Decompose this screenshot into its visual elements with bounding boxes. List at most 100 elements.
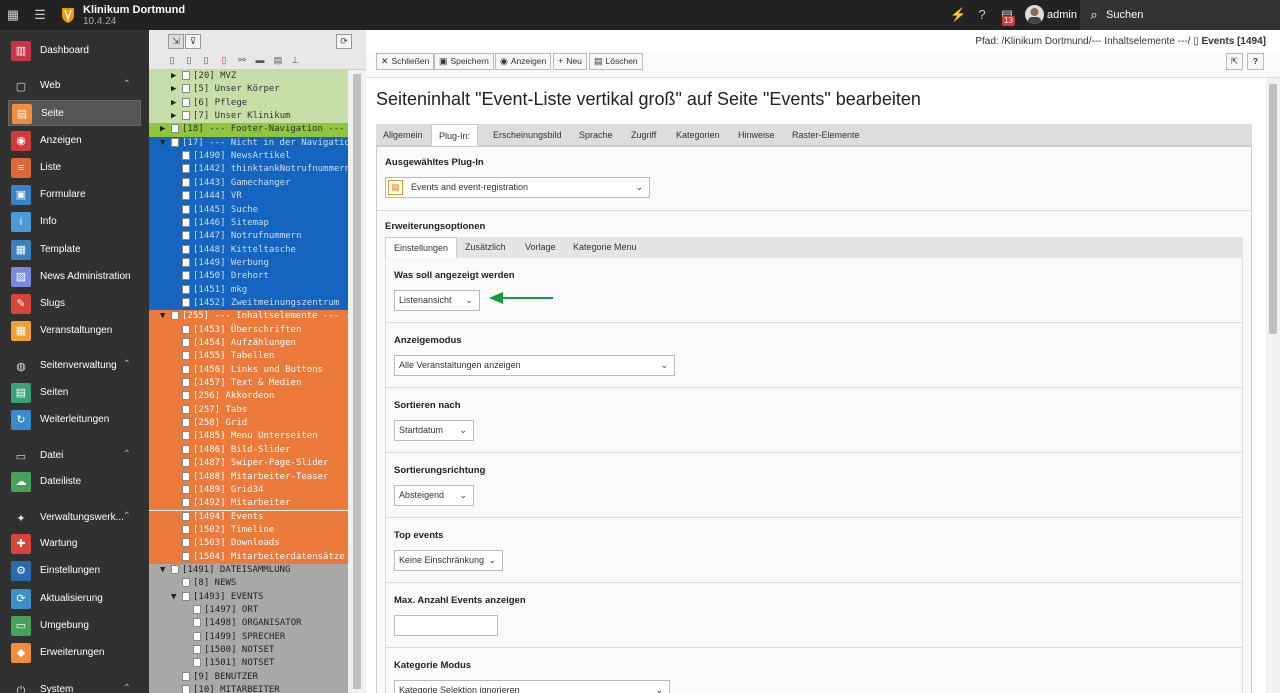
plugin-select[interactable]: ▦ Events and event-registration ⌄ <box>385 177 650 198</box>
category-mode-select[interactable]: Kategorie Selektion ignorieren ⌄ <box>394 680 670 693</box>
expand-icon[interactable]: ▶ <box>171 70 176 83</box>
tree-node[interactable]: [1499] SPRECHER <box>149 630 348 645</box>
tree-node[interactable]: [258] Grid <box>149 417 348 431</box>
tree-node-label[interactable]: [1499] SPRECHER <box>193 631 285 644</box>
tree-node-label[interactable]: [1450] Drehort <box>182 270 269 283</box>
tree-node[interactable]: [1452] Zweitmeinungszentrum <box>149 296 348 311</box>
open-new-window-button[interactable]: ⇱ <box>1226 53 1243 70</box>
tab-plugin[interactable]: Plug-In: <box>431 124 479 146</box>
trash-icon[interactable]: ▤ <box>273 55 283 66</box>
module-liste[interactable]: ≡ Liste <box>8 155 141 181</box>
tree-node-label[interactable]: [1454] Aufzählungen <box>182 337 296 350</box>
tree-node[interactable]: [1485] Menu Unterseiten <box>149 430 348 444</box>
tree-node-label[interactable]: [6] Pflege <box>182 97 247 110</box>
expand-icon[interactable]: ▶ <box>171 97 176 110</box>
module-anzeigen[interactable]: ◉ Anzeigen <box>8 128 141 154</box>
save-button[interactable]: ▣ Speichern <box>434 53 494 70</box>
tree-node-label[interactable]: [1501] NOTSET <box>193 657 274 670</box>
tree-node[interactable]: [1450] Drehort <box>149 270 348 284</box>
typo3-logo[interactable] <box>60 6 76 24</box>
tree-node-label[interactable]: [1487] Swiper-Page-Slider <box>182 457 328 470</box>
tree-node-label[interactable]: [1503] Downloads <box>182 537 280 550</box>
tree-node-label[interactable]: [1497] ORT <box>193 604 258 617</box>
tree-node-label[interactable]: [1446] Sitemap <box>182 217 269 230</box>
tree-node[interactable]: [1446] Sitemap <box>149 216 348 231</box>
expand-icon[interactable]: ▶ <box>171 83 176 96</box>
tree-node-label[interactable]: [9] BENUTZER <box>182 671 258 684</box>
tree-node-label[interactable]: [1451] mkg <box>182 284 247 297</box>
tree-node[interactable]: [10] MITARBEITER <box>149 684 348 693</box>
group-system[interactable]: ⏻ System ⌃ <box>0 680 149 693</box>
tree-node-label[interactable]: [1502] Timeline <box>182 524 274 537</box>
tree-node[interactable]: ▶ [20] MVZ <box>149 70 348 84</box>
group-web[interactable]: ▢ Web ⌃ <box>0 76 149 98</box>
tree-node[interactable]: [1504] Mitarbeiterdatensätze <box>149 550 348 564</box>
tree-node[interactable]: ▶ [5] Unser Körper <box>149 83 348 97</box>
tab-raster-elemente[interactable]: Raster-Elemente <box>785 124 867 146</box>
tree-node-label[interactable]: [1491] DATEISAMMLUNG <box>171 564 290 577</box>
tree-node[interactable]: [1501] NOTSET <box>149 657 348 671</box>
tab-allgemein[interactable]: Allgemein <box>376 124 430 146</box>
delete-button[interactable]: ▤ Löschen <box>589 53 643 70</box>
tree-node-label[interactable]: [18] --- Footer-Navigation --- <box>171 123 345 136</box>
tree-node[interactable]: [1448] Kitteltasche <box>149 243 348 257</box>
tree-node[interactable]: [1457] Text & Medien <box>149 377 348 391</box>
tree-node[interactable]: [1488] Mitarbeiter-Teaser <box>149 470 348 484</box>
tab-zugriff[interactable]: Zugriff <box>624 124 663 146</box>
tree-node[interactable]: [9] BENUTZER <box>149 670 348 685</box>
tree-node[interactable]: [1443] Gamechanger <box>149 176 348 191</box>
tab-sprache[interactable]: Sprache <box>572 124 620 146</box>
tree-node-label[interactable]: [1492] Mitarbeiter <box>182 497 291 510</box>
module-template[interactable]: ▦ Template <box>8 237 141 263</box>
content-scrollbar[interactable] <box>1266 78 1280 693</box>
page-icon[interactable]: ▯ <box>167 55 177 66</box>
module-weiterleitungen[interactable]: ↻ Weiterleitungen <box>8 407 141 433</box>
tree-node-label[interactable]: [8] NEWS <box>182 577 236 590</box>
subtab-kategorie-menu[interactable]: Kategorie Menu <box>565 237 645 258</box>
tree-node-label[interactable]: [10] MITARBEITER <box>182 684 280 693</box>
sort-direction-select[interactable]: Absteigend ⌄ <box>394 485 474 506</box>
tree-node-label[interactable]: [255] --- Inhaltselemente --- <box>171 310 339 323</box>
tree-node[interactable]: [1486] Bild-Slider <box>149 443 348 458</box>
group-verwaltung[interactable]: ✦ Verwaltungswerk... ⌃ <box>0 508 149 530</box>
tree-node[interactable]: ▼ [1493] EVENTS <box>149 590 348 605</box>
new-page-drag-icon[interactable]: ⇲ <box>168 34 184 49</box>
tree-node-label[interactable]: [1500] NOTSET <box>193 644 274 657</box>
tree-node[interactable]: ▼ [255] --- Inhaltselemente --- <box>149 310 348 324</box>
subtab-zusaetzlich[interactable]: Zusätzlich <box>457 237 514 258</box>
tree-node[interactable]: [1447] Notrufnummern <box>149 230 348 244</box>
tree-node-label[interactable]: [1443] Gamechanger <box>182 177 291 190</box>
tree-node-label[interactable]: [1453] Überschriften <box>182 324 301 337</box>
expand-icon[interactable]: ▶ <box>160 123 165 136</box>
tree-node[interactable]: [1444] VR <box>149 190 348 204</box>
tree-node[interactable]: [257] Tabs <box>149 403 348 418</box>
tree-node[interactable]: ▶ [7] Unser Klinikum <box>149 110 348 124</box>
tree-node-label[interactable]: [1494] Events <box>182 511 263 524</box>
search-field[interactable]: ⌕ Suchen <box>1080 0 1280 30</box>
expand-icon[interactable]: ▶ <box>171 110 176 123</box>
tree-node[interactable]: [1492] Mitarbeiter <box>149 497 348 511</box>
tree-node[interactable]: [1502] Timeline <box>149 523 348 538</box>
user-name[interactable]: admin <box>1047 9 1077 21</box>
tree-node-label[interactable]: [1444] VR <box>182 190 242 203</box>
subtab-einstellungen[interactable]: Einstellungen <box>385 237 458 258</box>
tree-node[interactable]: [1500] NOTSET <box>149 644 348 658</box>
tree-node-label[interactable]: [20] MVZ <box>182 70 236 83</box>
scroll-thumb[interactable] <box>353 74 361 689</box>
tree-node[interactable]: ▼ [1491] DATEISAMMLUNG <box>149 563 348 578</box>
collapse-icon[interactable]: ▼ <box>160 137 165 150</box>
module-toggle-icon[interactable]: ☰ <box>32 7 48 23</box>
tree-node-label[interactable]: [1449] Werbung <box>182 257 269 270</box>
module-veranstaltungen[interactable]: ▦ Veranstaltungen <box>8 318 141 344</box>
tree-node-label[interactable]: [5] Unser Körper <box>182 83 280 96</box>
module-dateiliste[interactable]: ☁ Dateiliste <box>8 469 141 495</box>
divider-icon[interactable]: ⊥ <box>290 55 300 66</box>
link-icon[interactable]: ⚯ <box>237 55 247 66</box>
folder-icon[interactable]: ▬ <box>255 55 265 66</box>
tree-node[interactable]: [1454] Aufzählungen <box>149 337 348 351</box>
group-seitenverwaltung[interactable]: ◍ Seitenverwaltung ⌃ <box>0 356 149 378</box>
tree-node[interactable]: [1453] Überschriften <box>149 323 348 338</box>
tree-node[interactable]: [1455] Tabellen <box>149 350 348 364</box>
tree-node-label[interactable]: [1485] Menu Unterseiten <box>182 430 318 443</box>
app-grid-icon[interactable]: ▦ <box>5 7 21 23</box>
